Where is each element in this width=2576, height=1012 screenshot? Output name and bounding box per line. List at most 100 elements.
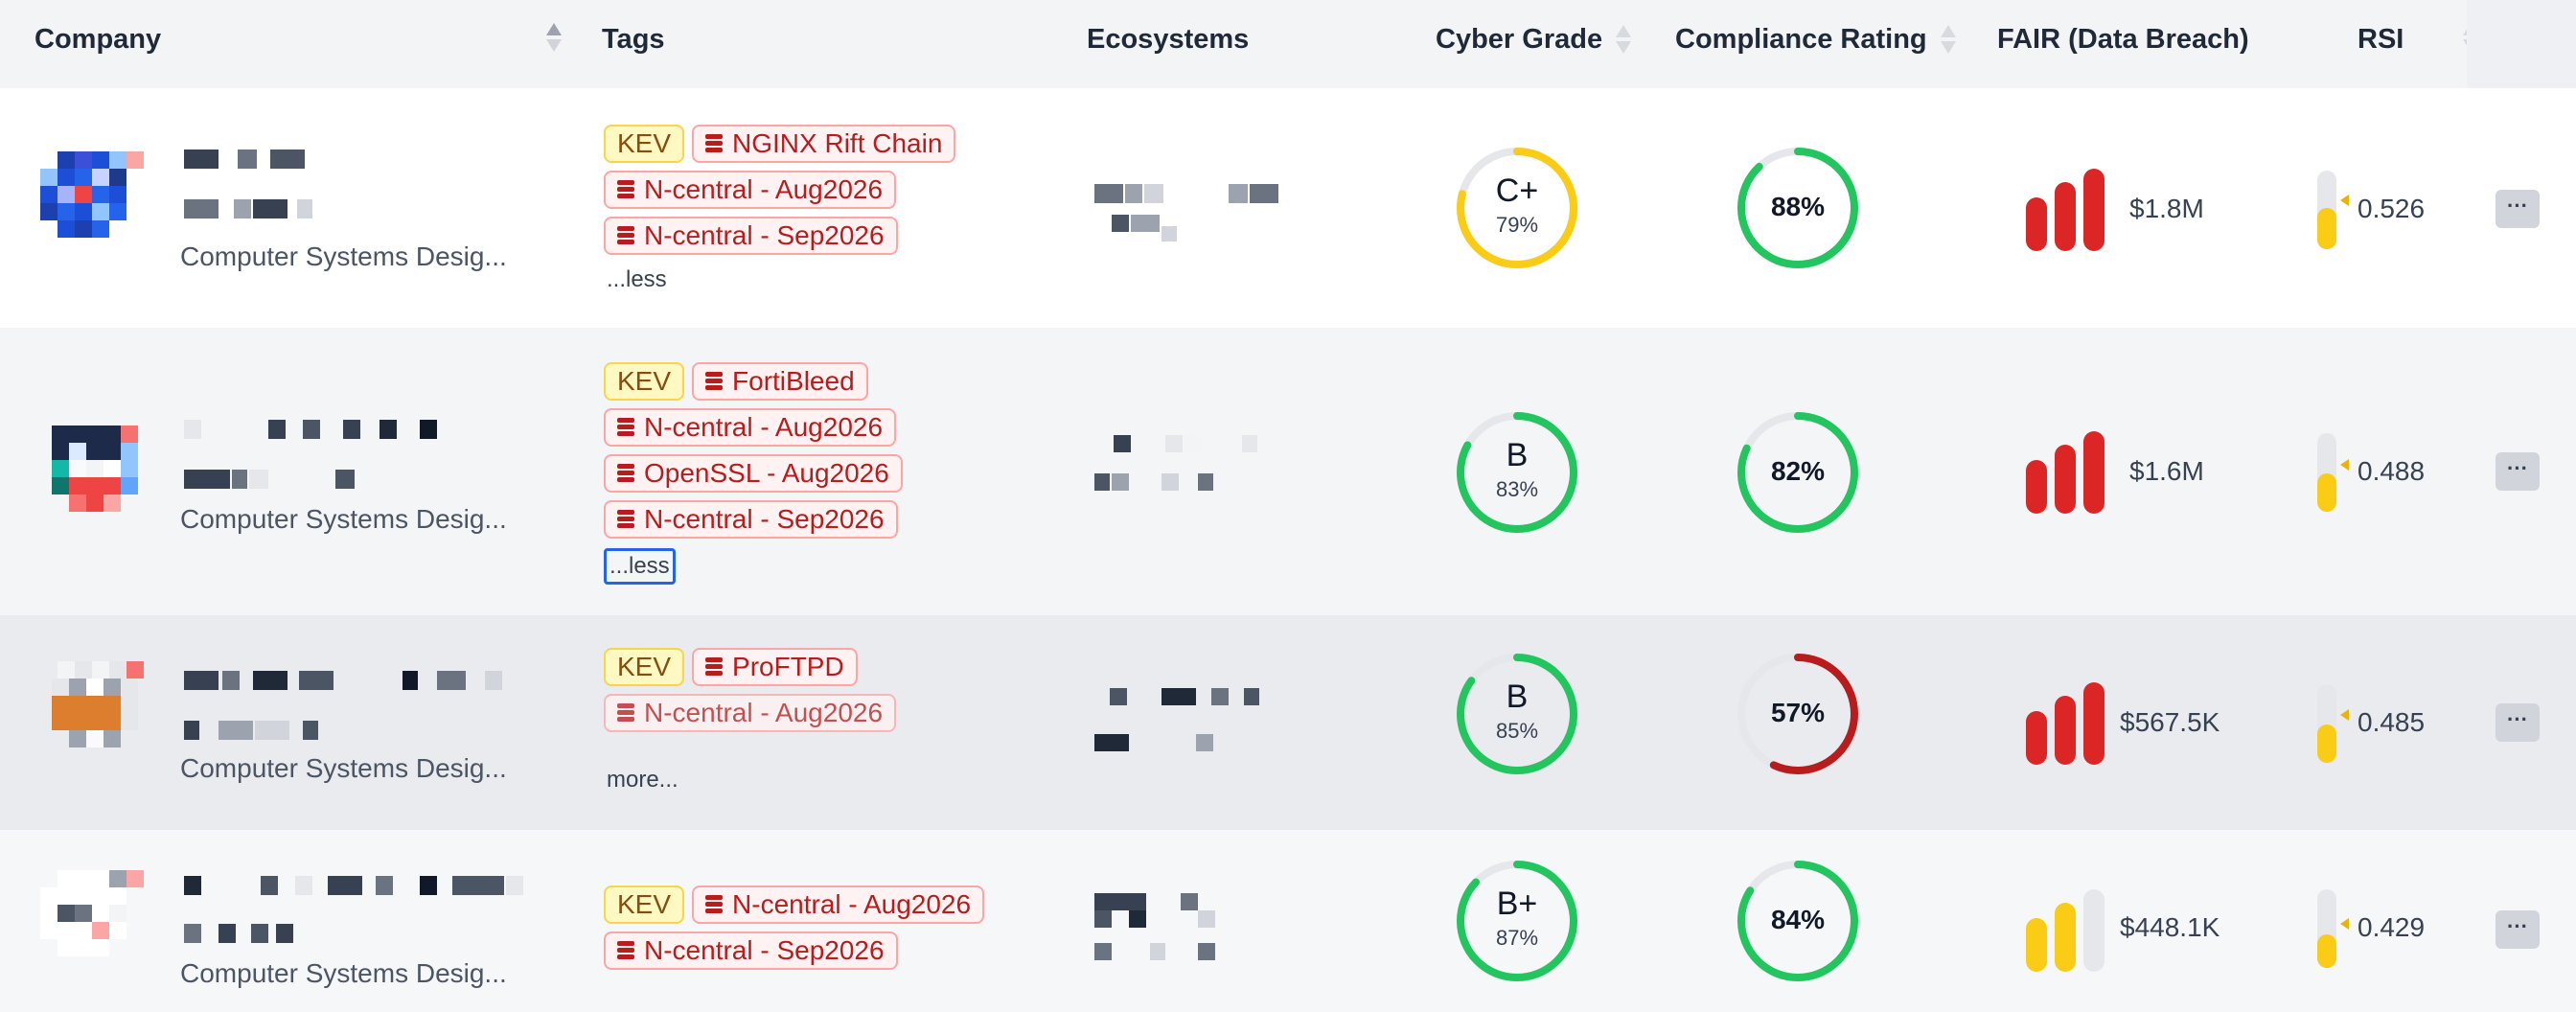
tags-less-link[interactable]: ...less	[604, 264, 670, 295]
tag-badge[interactable]: KEV	[604, 362, 685, 401]
cyber-grade-gauge: C+ 79%	[1455, 146, 1579, 270]
cyber-grade-gauge: B 85%	[1455, 652, 1579, 776]
tag-label: N-central - Aug2026	[732, 889, 972, 919]
tag-badge[interactable]: ProFTPD	[692, 648, 858, 686]
table-row[interactable]: Computer Systems Desig... KEV N-central …	[0, 830, 2576, 1012]
company-industry: Computer Systems Desig...	[180, 504, 507, 534]
tag-badge[interactable]: FortiBleed	[692, 362, 868, 401]
row-actions-button[interactable]: ···	[2496, 190, 2540, 228]
sort-icon[interactable]	[1940, 23, 1956, 56]
tags-less-link[interactable]: ...less	[604, 548, 676, 585]
company-logo	[34, 420, 153, 539]
column-header-compliance-rating[interactable]: Compliance Rating	[1675, 0, 1956, 79]
column-header-company-label: Company	[34, 23, 162, 55]
tag-label: OpenSSL - Aug2026	[644, 458, 889, 488]
fair-value: $448.1K	[2120, 912, 2220, 942]
tag-badge[interactable]: N-central - Aug2026	[604, 171, 897, 209]
tag-badge[interactable]: NGINX Rift Chain	[692, 125, 956, 163]
database-icon	[617, 940, 634, 961]
compliance-gauge: 84%	[1736, 859, 1860, 983]
fair-bar	[2055, 903, 2076, 972]
company-domain-redacted	[184, 924, 385, 943]
tags-more-link[interactable]: more...	[604, 765, 681, 795]
database-icon	[617, 463, 634, 484]
tag-badge[interactable]: N-central - Sep2026	[604, 932, 898, 970]
tag-label: N-central - Sep2026	[644, 504, 885, 534]
cyber-grade-gauge: B+ 87%	[1455, 859, 1579, 983]
sort-icon[interactable]	[546, 21, 562, 54]
rsi-bar	[2317, 171, 2336, 249]
actions-column-header	[2467, 0, 2576, 88]
column-header-ecosystems[interactable]: Ecosystems	[1087, 0, 1249, 79]
ecosystems-redacted	[1092, 435, 1332, 512]
rsi-bar-fill	[2317, 724, 2336, 763]
tag-label: N-central - Sep2026	[644, 935, 885, 965]
cyber-grade-letter: B	[1506, 437, 1529, 473]
cyber-grade-percent: 79%	[1495, 213, 1539, 237]
company-logo	[34, 870, 153, 989]
tag-badge[interactable]: KEV	[604, 125, 685, 163]
column-header-rsi-label: RSI	[2358, 23, 2404, 55]
table-row[interactable]: Computer Systems Desig... KEV NGINX Rift…	[0, 88, 2576, 328]
tag-badge[interactable]: N-central - Aug2026	[692, 886, 985, 924]
fair-bar	[2055, 182, 2076, 251]
column-header-tags[interactable]: Tags	[602, 0, 665, 79]
fair-bar	[2026, 460, 2047, 514]
cyber-grade-percent: 83%	[1495, 477, 1539, 501]
sort-icon[interactable]	[1616, 23, 1632, 56]
column-header-fair[interactable]: FAIR (Data Breach)	[1997, 0, 2249, 79]
fair-bar	[2083, 169, 2104, 251]
column-header-cyber-grade[interactable]: Cyber Grade	[1436, 0, 1632, 79]
cyber-grade-letter: B	[1506, 678, 1529, 715]
tag-badge[interactable]: N-central - Aug2026	[604, 694, 897, 732]
tag-list: KEV ProFTPD N-central - Aug2026 more...	[604, 648, 897, 795]
column-header-tags-label: Tags	[602, 23, 665, 55]
company-industry: Computer Systems Desig...	[180, 958, 507, 988]
rsi-value: 0.526	[2358, 194, 2426, 223]
fair-bar	[2055, 696, 2076, 765]
company-name-redacted	[184, 420, 452, 439]
rsi-value: 0.429	[2358, 912, 2426, 942]
company-industry: Computer Systems Desig...	[180, 753, 507, 783]
database-icon	[705, 894, 724, 915]
fair-value: $1.8M	[2129, 194, 2204, 223]
rsi-bar	[2317, 684, 2336, 763]
compliance-gauge: 57%	[1736, 652, 1860, 776]
ecosystems-redacted	[1092, 184, 1332, 261]
tag-badge[interactable]: KEV	[604, 886, 685, 924]
rsi-value: 0.488	[2358, 456, 2426, 486]
fair-risk-bars	[2026, 169, 2106, 251]
company-name-redacted	[184, 876, 539, 895]
tag-badge[interactable]: N-central - Aug2026	[604, 408, 897, 447]
compliance-gauge: 82%	[1736, 410, 1860, 535]
cyber-grade-percent: 87%	[1495, 926, 1539, 950]
tag-list: KEV N-central - Aug2026 N-central - Sep2…	[604, 886, 985, 978]
compliance-percent: 57%	[1770, 698, 1826, 727]
fair-risk-bars	[2026, 889, 2106, 972]
tag-badge[interactable]: OpenSSL - Aug2026	[604, 454, 903, 493]
column-header-company[interactable]: Company	[34, 0, 161, 79]
rsi-marker	[2340, 918, 2349, 930]
table-row[interactable]: Computer Systems Desig... KEV ProFTPD N-…	[0, 615, 2576, 830]
fair-bar	[2083, 889, 2104, 972]
table-row[interactable]: Computer Systems Desig... KEV FortiBleed…	[0, 328, 2576, 615]
cyber-grade-percent: 85%	[1495, 719, 1539, 743]
tag-label: N-central - Aug2026	[644, 698, 884, 727]
row-actions-button[interactable]: ···	[2496, 910, 2540, 949]
row-actions-button[interactable]: ···	[2496, 452, 2540, 491]
tag-badge[interactable]: N-central - Sep2026	[604, 500, 898, 539]
database-icon	[617, 179, 634, 200]
fair-bar	[2055, 445, 2076, 514]
fair-value: $567.5K	[2120, 707, 2220, 737]
cyber-grade-letter: C+	[1495, 172, 1539, 209]
rsi-value: 0.485	[2358, 707, 2426, 737]
column-header-rsi[interactable]: RSI	[2358, 0, 2404, 79]
tag-label: N-central - Sep2026	[644, 220, 885, 250]
compliance-percent: 88%	[1770, 192, 1826, 221]
rsi-bar-fill	[2317, 473, 2336, 512]
fair-value: $1.6M	[2129, 456, 2204, 486]
tag-badge[interactable]: KEV	[604, 648, 685, 686]
tag-list: KEV FortiBleed N-central - Aug2026 OpenS…	[604, 362, 903, 585]
tag-badge[interactable]: N-central - Sep2026	[604, 217, 898, 255]
row-actions-button[interactable]: ···	[2496, 703, 2540, 742]
